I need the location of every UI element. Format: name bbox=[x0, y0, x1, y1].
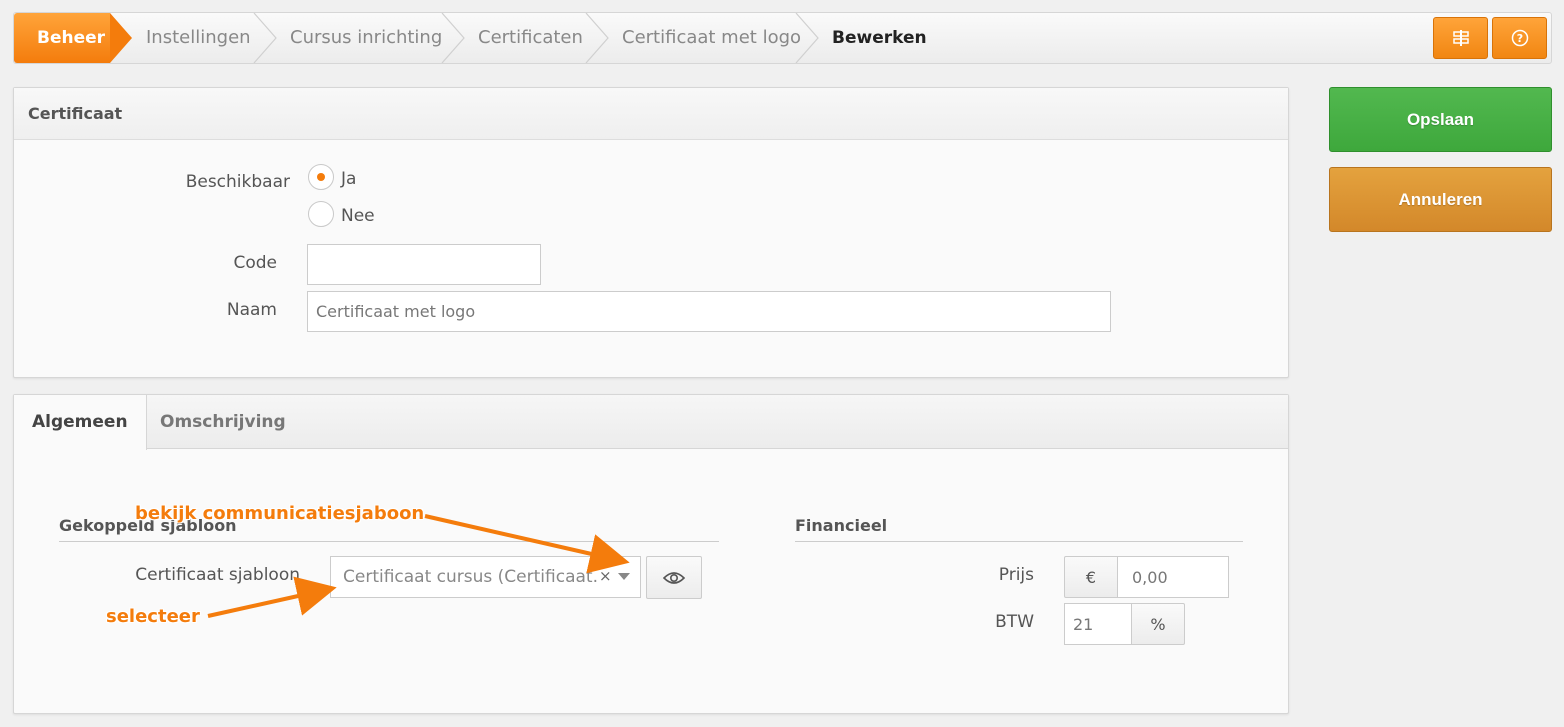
annotation-arrows bbox=[207, 514, 630, 618]
annotation-arrow-select bbox=[207, 576, 337, 618]
annotation-view-template: bekijk communicatiesjaboon bbox=[135, 503, 425, 524]
annotation-select: selecteer bbox=[106, 606, 200, 627]
annotation-arrow-view bbox=[424, 514, 630, 574]
